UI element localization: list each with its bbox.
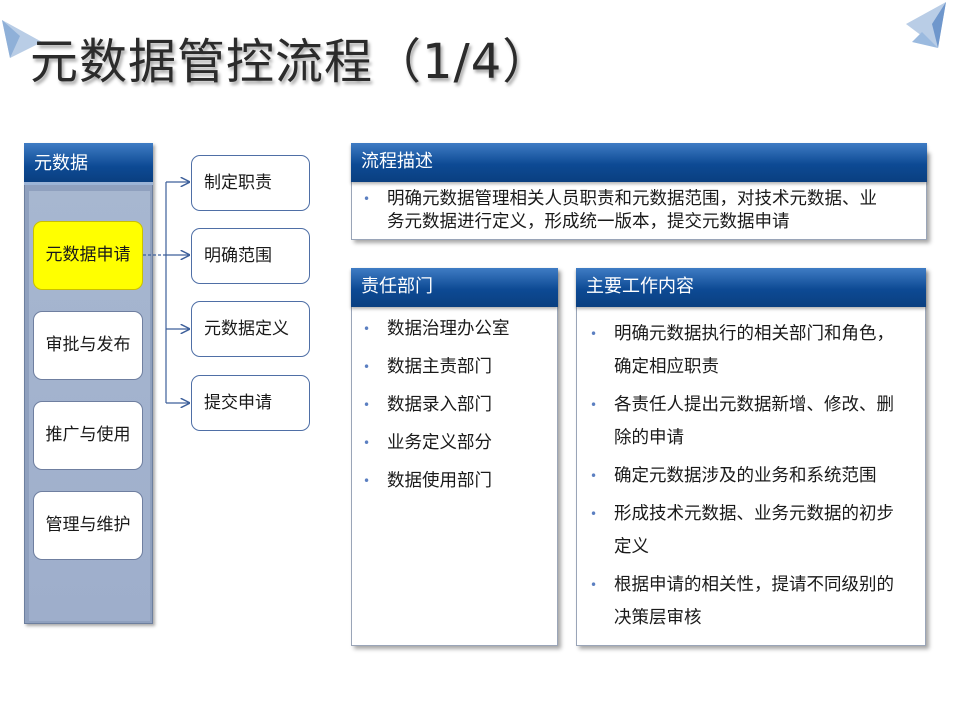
department-label: 数据使用部门 [387,471,492,491]
bullet-icon: • [363,192,371,206]
bullet-icon: • [590,507,598,521]
work-item-line: 各责任人提出元数据新增、修改、删 [614,395,894,415]
bullet-icon: • [590,398,598,412]
department-label: 数据主责部门 [387,357,492,377]
department-label: 数据录入部门 [387,395,492,415]
work-item-line: 定义 [614,537,649,557]
work-item: • 根据申请的相关性，提请不同级别的 决策层审核 [578,569,926,635]
sub-step-define-duties[interactable]: 制定职责 [191,155,310,211]
sub-step-metadata-definition[interactable]: 元数据定义 [191,301,310,357]
bullet-icon: • [363,360,371,374]
process-description-line: 明确元数据管理相关人员职责和元数据范围，对技术元数据、业 [387,189,877,209]
main-work-content-list: • 明确元数据执行的相关部门和角色， 确定相应职责 • 各责任人提出元数据新增、修改、… [578,318,926,635]
work-item: • 形成技术元数据、业务元数据的初步 定义 [578,498,926,564]
work-item: • 确定元数据涉及的业务和系统范围 [578,460,926,493]
work-item-line: 根据申请的相关性，提请不同级别的 [614,575,894,595]
bullet-icon: • [590,578,598,592]
bullet-icon: • [363,474,371,488]
work-item-line: 除的申请 [614,428,684,448]
process-description-item: • 明确元数据管理相关人员职责和元数据范围，对技术元数据、业 务元数据进行定义，… [351,188,927,234]
work-item-line: 明确元数据执行的相关部门和角色， [614,324,894,344]
work-item-line: 决策层审核 [614,608,702,628]
process-description-header: 流程描述 [351,143,927,182]
responsible-departments-header: 责任部门 [351,268,558,307]
department-label: 数据治理办公室 [387,319,510,339]
department-label: 业务定义部分 [387,433,492,453]
work-item: • 明确元数据执行的相关部门和角色， 确定相应职责 [578,318,926,384]
bullet-icon: • [363,436,371,450]
department-item: • 数据治理办公室 [351,318,558,356]
process-description-line: 务元数据进行定义，形成统一版本，提交元数据申请 [387,212,790,232]
responsible-departments-list: • 数据治理办公室 • 数据主责部门 • 数据录入部门 • 业务定义部分 • 数据使用部门 [351,318,558,508]
bullet-icon: • [363,322,371,336]
sub-step-clarify-scope[interactable]: 明确范围 [191,228,310,284]
main-work-content-header: 主要工作内容 [576,268,926,307]
work-item: • 各责任人提出元数据新增、修改、删 除的申请 [578,389,926,455]
department-item: • 数据主责部门 [351,356,558,394]
department-item: • 业务定义部分 [351,432,558,470]
bullet-icon: • [590,469,598,483]
work-item-line: 确定元数据涉及的业务和系统范围 [614,466,877,486]
department-item: • 数据录入部门 [351,394,558,432]
department-item: • 数据使用部门 [351,470,558,508]
work-item-line: 确定相应职责 [614,357,719,377]
bullet-icon: • [363,398,371,412]
process-description-list: • 明确元数据管理相关人员职责和元数据范围，对技术元数据、业 务元数据进行定义，… [351,188,927,234]
sub-step-submit-application[interactable]: 提交申请 [191,375,310,431]
bullet-icon: • [590,327,598,341]
work-item-line: 形成技术元数据、业务元数据的初步 [614,504,894,524]
